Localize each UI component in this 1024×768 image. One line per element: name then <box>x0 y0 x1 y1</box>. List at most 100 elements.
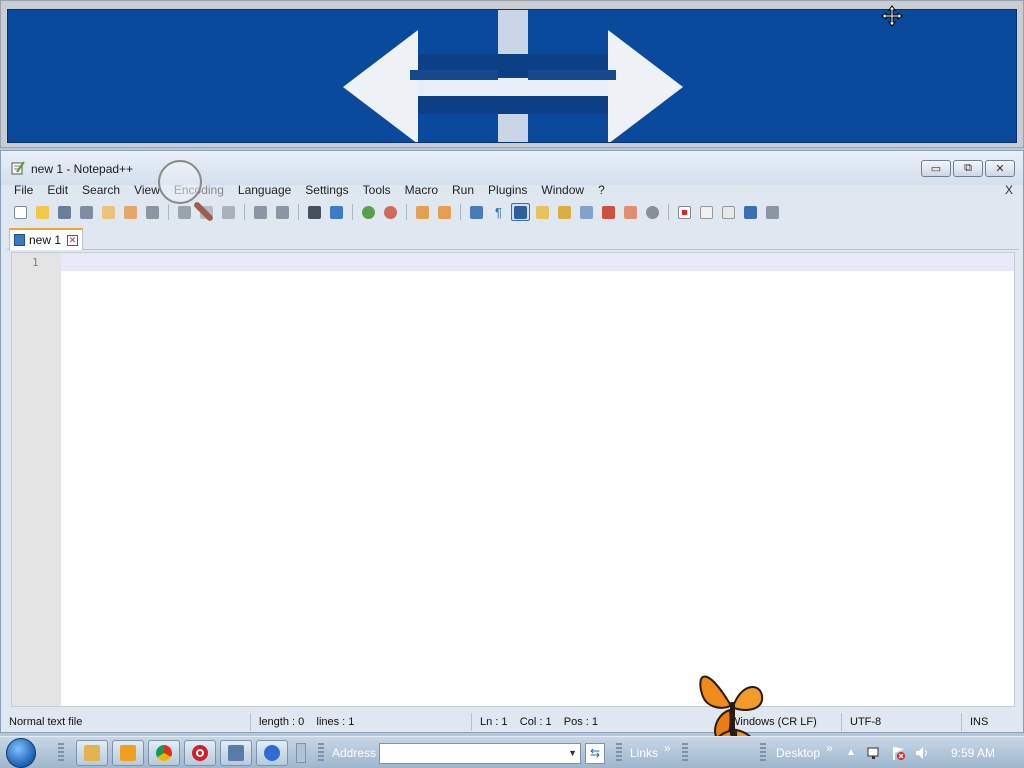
record-macro-button[interactable] <box>675 203 694 221</box>
stop-record-button[interactable] <box>697 203 716 221</box>
open-file-button[interactable] <box>33 203 52 221</box>
sync-vertical-button[interactable] <box>413 203 432 221</box>
replace-button[interactable] <box>327 203 346 221</box>
taskbar: Address ▼ ⇆ Links » Desktop » ▲ 9:59 AM <box>0 736 1024 768</box>
folder-button[interactable] <box>621 203 640 221</box>
find-button[interactable] <box>305 203 324 221</box>
taskbar-chrome-button[interactable] <box>148 740 180 766</box>
minimize-button[interactable]: ▭ <box>921 160 951 177</box>
toolbar-grip[interactable] <box>318 743 324 763</box>
folder-workspace-button[interactable] <box>599 203 618 221</box>
undo-icon <box>254 205 267 219</box>
desktop-chevron-icon[interactable]: » <box>826 741 833 755</box>
close-document-button[interactable]: X <box>1005 183 1013 197</box>
menu-edit[interactable]: Edit <box>40 181 75 200</box>
magnified-view <box>7 9 1017 143</box>
undo-button[interactable] <box>251 203 270 221</box>
media-player-icon <box>120 745 136 761</box>
toolbar-grip[interactable] <box>616 743 622 763</box>
blue-app-icon <box>264 745 280 761</box>
close-icon <box>102 205 115 219</box>
taskbar-media-player-button[interactable] <box>112 740 144 766</box>
print-button[interactable] <box>143 203 162 221</box>
menu-language[interactable]: Language <box>231 181 298 200</box>
monitor-button[interactable] <box>643 203 662 221</box>
cut-button[interactable] <box>175 203 194 221</box>
save-all-icon <box>80 205 93 219</box>
tray-expand-icon[interactable]: ▲ <box>846 747 856 758</box>
menu-settings[interactable]: Settings <box>298 181 355 200</box>
move-cursor-icon <box>881 5 903 27</box>
function-list-button[interactable] <box>555 203 574 221</box>
close-file-button[interactable] <box>99 203 118 221</box>
close-tab-icon[interactable]: ✕ <box>67 234 79 246</box>
address-dropdown-icon[interactable]: ▼ <box>568 748 577 758</box>
desktop-label[interactable]: Desktop <box>776 746 820 760</box>
show-all-chars-button[interactable]: ¶ <box>489 203 508 221</box>
run-macro-multiple-icon <box>744 205 757 219</box>
replace-icon <box>330 205 343 219</box>
taskbar-network-app-button[interactable] <box>220 740 252 766</box>
action-center-flag-icon[interactable] <box>890 745 906 761</box>
toolbar-grip[interactable] <box>760 743 766 763</box>
doc-map-button[interactable] <box>577 203 596 221</box>
links-chevron-icon[interactable]: » <box>664 741 671 755</box>
zoom-out-button[interactable] <box>381 203 400 221</box>
menu-window[interactable]: Window <box>534 181 591 200</box>
toolbar: ¶ <box>7 201 1019 223</box>
save-button[interactable] <box>55 203 74 221</box>
word-wrap-button[interactable] <box>467 203 486 221</box>
stop-record-icon <box>700 205 713 219</box>
toolbar-separator <box>406 204 407 220</box>
save-all-button[interactable] <box>77 203 96 221</box>
magnifier-window <box>0 0 1024 148</box>
sync-horizontal-button[interactable] <box>435 203 454 221</box>
taskbar-blue-app-button[interactable] <box>256 740 288 766</box>
new-file-button[interactable] <box>11 203 30 221</box>
lang-button[interactable] <box>533 203 552 221</box>
save-icon <box>58 205 71 219</box>
zoom-in-button[interactable] <box>359 203 378 221</box>
save-macro-button[interactable] <box>763 203 782 221</box>
play-macro-button[interactable] <box>719 203 738 221</box>
taskbar-scroll[interactable] <box>296 743 306 763</box>
redo-button[interactable] <box>273 203 292 221</box>
tab-new-1[interactable]: new 1 ✕ <box>9 228 83 250</box>
start-button[interactable] <box>6 738 36 768</box>
links-label[interactable]: Links <box>630 746 658 760</box>
magnifying-glass-icon <box>158 160 202 204</box>
restore-button[interactable]: ⧉ <box>953 160 983 177</box>
menu-search[interactable]: Search <box>75 181 127 200</box>
paste-icon <box>222 205 235 219</box>
toolbar-separator <box>298 204 299 220</box>
clock[interactable]: 9:59 AM <box>951 746 995 760</box>
menu-tools[interactable]: Tools <box>356 181 398 200</box>
close-all-button[interactable] <box>121 203 140 221</box>
cut-icon <box>178 205 191 219</box>
network-tray-icon[interactable] <box>866 745 882 761</box>
taskbar-explorer-button[interactable] <box>76 740 108 766</box>
indent-guide-button[interactable] <box>511 203 530 221</box>
address-input[interactable]: ▼ <box>379 743 581 764</box>
editor-area[interactable]: 1 <box>11 252 1015 707</box>
menu-plugins[interactable]: Plugins <box>481 181 534 200</box>
toolbar-grip[interactable] <box>682 743 688 763</box>
toolbar-separator <box>244 204 245 220</box>
address-go-button[interactable]: ⇆ <box>585 743 605 764</box>
status-lines: lines : 1 <box>316 716 355 728</box>
menu-run[interactable]: Run <box>445 181 481 200</box>
window-controls: ▭ ⧉ ✕ <box>921 160 1015 177</box>
volume-icon[interactable] <box>914 745 930 761</box>
close-button[interactable]: ✕ <box>985 160 1015 177</box>
taskbar-opera-button[interactable] <box>184 740 216 766</box>
menu-help[interactable]: ? <box>591 181 612 200</box>
title-bar[interactable]: new 1 - Notepad++ ▭ ⧉ ✕ <box>1 151 1023 185</box>
toolbar-separator <box>668 204 669 220</box>
toolbar-grip[interactable] <box>58 743 64 763</box>
paste-button[interactable] <box>219 203 238 221</box>
run-macro-multiple-button[interactable] <box>741 203 760 221</box>
menu-file[interactable]: File <box>7 181 40 200</box>
menu-macro[interactable]: Macro <box>398 181 445 200</box>
sync-horizontal-icon <box>438 205 451 219</box>
status-ln: Ln : 1 <box>480 716 508 728</box>
